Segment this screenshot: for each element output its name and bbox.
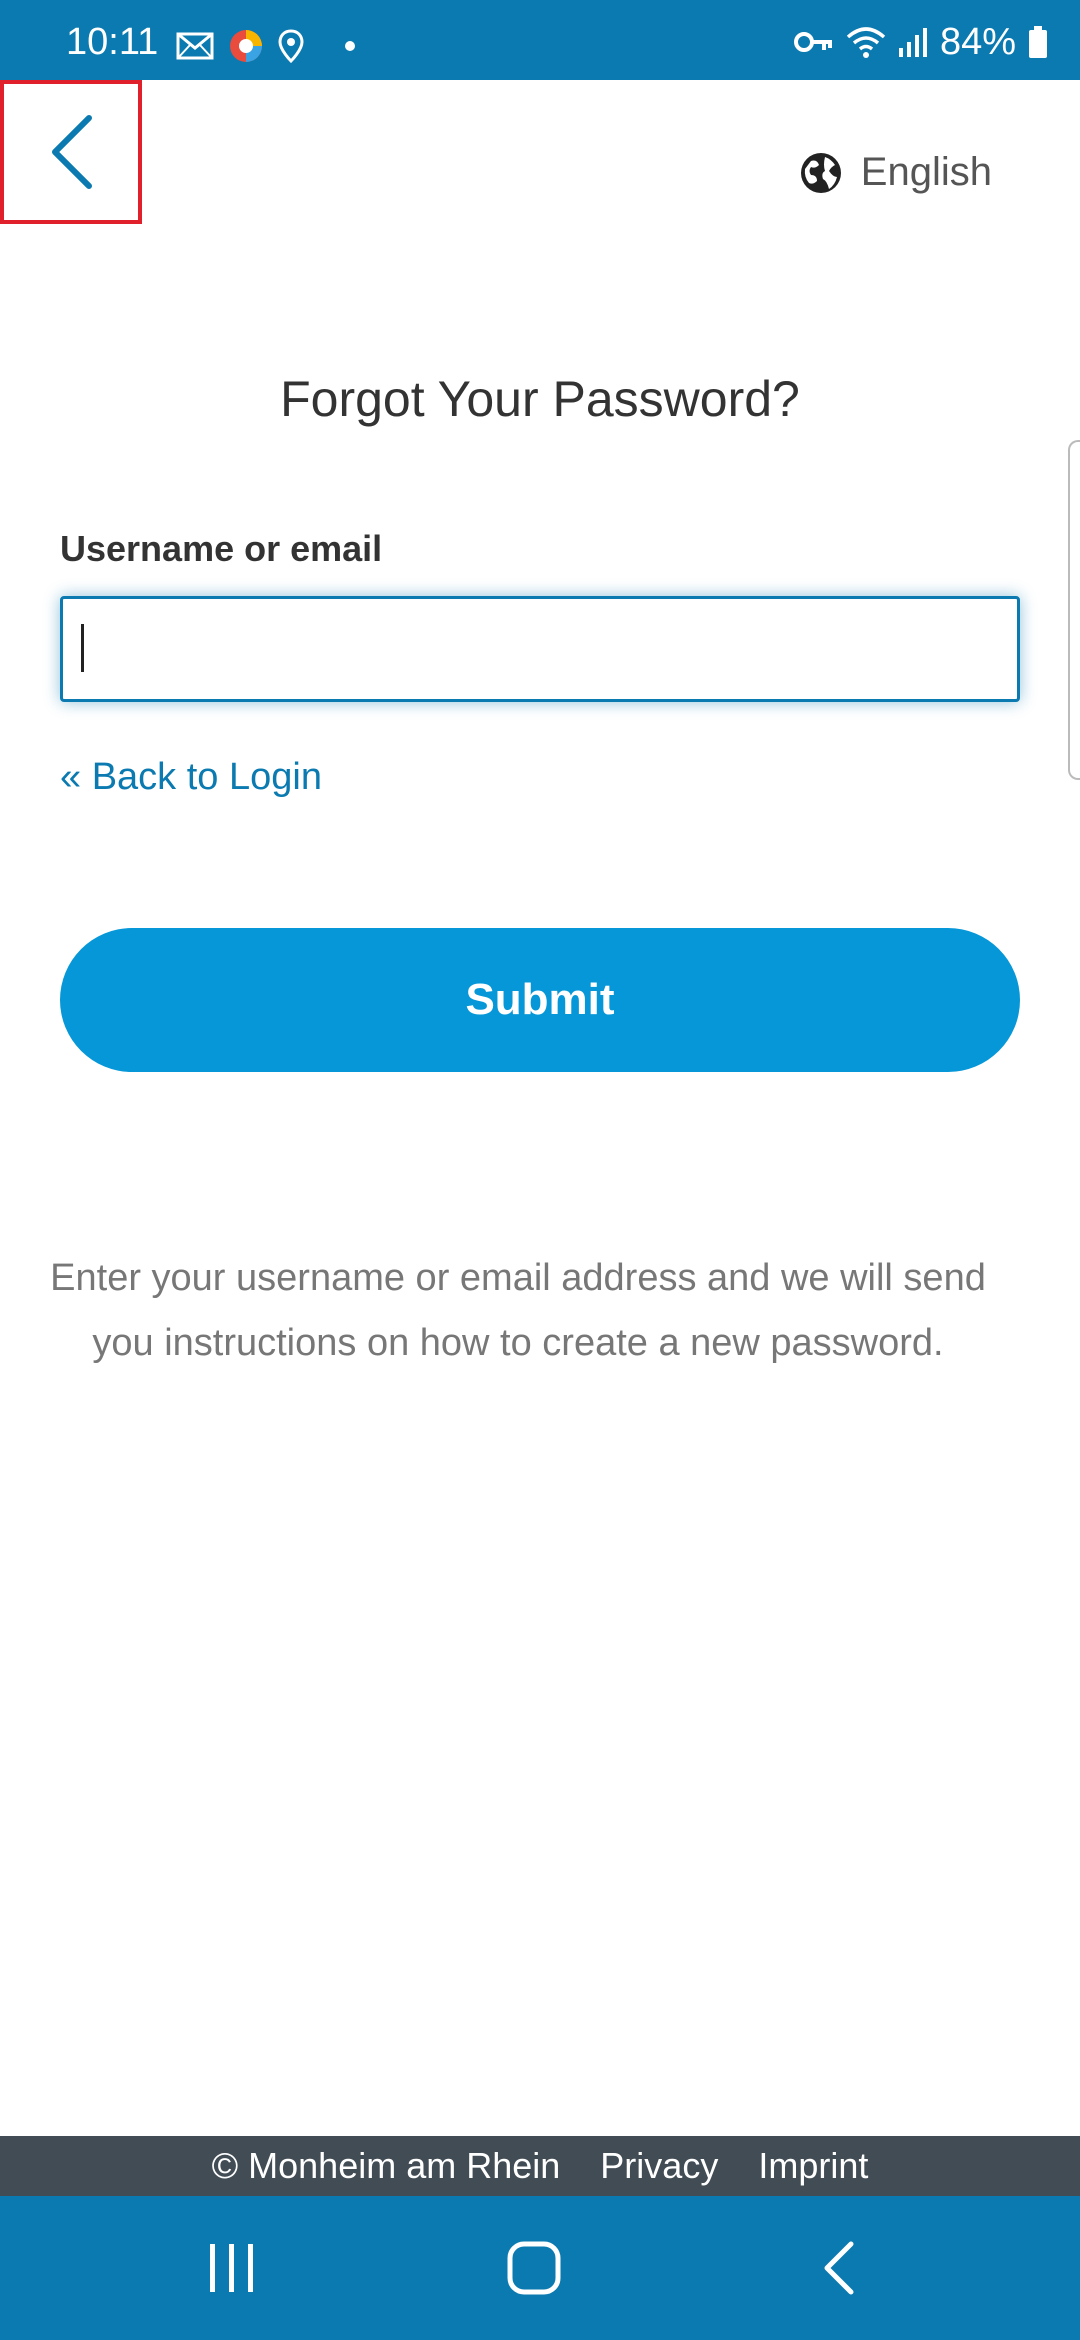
dot-icon	[344, 40, 356, 52]
submit-button[interactable]: Submit	[60, 928, 1020, 1072]
status-notification-icons	[176, 28, 356, 64]
page-title: Forgot Your Password?	[280, 371, 800, 427]
privacy-link[interactable]: Privacy	[600, 2145, 718, 2187]
back-to-login-link[interactable]: « Back to Login	[60, 756, 322, 799]
status-system-icons: 84%	[793, 21, 1048, 63]
username-label: Username or email	[60, 528, 383, 569]
key-icon	[793, 30, 834, 54]
recent-apps-icon	[206, 2242, 258, 2294]
instructions-text: Enter your username or email address and…	[50, 1257, 986, 1364]
copyright-text: © Monheim am Rhein	[211, 2145, 561, 2186]
username-or-email-input[interactable]	[60, 596, 1020, 702]
back-icon	[821, 2240, 855, 2296]
footer: © Monheim am Rhein Privacy Imprint	[0, 2136, 1080, 2196]
browser-icon	[228, 28, 264, 64]
system-nav-bar	[0, 2196, 1080, 2340]
text-cursor	[81, 624, 84, 672]
home-button[interactable]	[434, 2196, 634, 2340]
language-selector[interactable]: English	[799, 150, 992, 195]
system-back-button[interactable]	[738, 2196, 938, 2340]
back-button[interactable]	[0, 80, 142, 224]
location-icon	[278, 29, 304, 63]
battery-icon	[1028, 25, 1048, 59]
signal-icon	[898, 26, 928, 58]
status-bar: 10:11 84%	[0, 0, 1080, 80]
recent-apps-button[interactable]	[132, 2196, 332, 2340]
wifi-icon	[846, 25, 886, 59]
imprint-link[interactable]: Imprint	[758, 2145, 868, 2187]
battery-percent: 84%	[939, 21, 1016, 63]
scroll-indicator[interactable]	[1068, 440, 1080, 780]
mail-icon	[176, 32, 214, 60]
home-icon	[506, 2240, 562, 2296]
language-label: English	[860, 150, 992, 194]
chevron-left-icon	[49, 114, 93, 190]
status-time: 10:11	[66, 21, 159, 63]
globe-icon	[799, 151, 843, 195]
